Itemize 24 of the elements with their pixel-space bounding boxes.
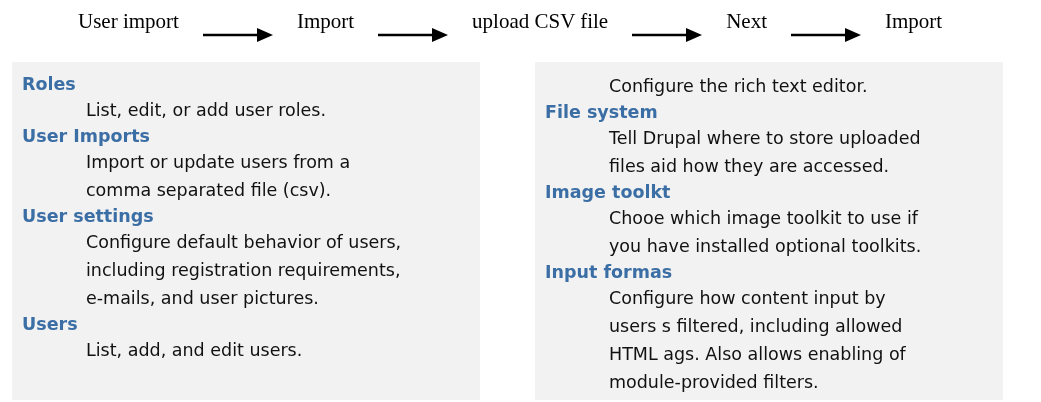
item-description: Chooe which image toolkit to use if you have installed optional toolkits. [608, 207, 923, 258]
item-description: List, add, and edit users. [85, 339, 304, 362]
arrow-icon [791, 27, 861, 43]
admin-link[interactable]: User Imports [22, 124, 480, 148]
item-description: Configure how content input by users s filtered, including allowed HTML ags. Also allows enabling of module-provided filters. [608, 287, 907, 394]
admin-link[interactable]: Image toolkt [545, 180, 1003, 204]
item-description: List, edit, or add user roles. [85, 99, 327, 122]
item-description: Configure default behavior of users, including registration requirements, e-mails, and user pictures. [85, 231, 403, 310]
admin-link[interactable]: Roles [22, 72, 480, 96]
item-description: Import or update users from a comma separated file (csv). [85, 151, 352, 202]
flow-step: User import [78, 8, 179, 34]
item-description: Tell Drupal where to store uploaded files aid how they are accessed. [608, 127, 922, 178]
arrow-icon [378, 27, 449, 43]
admin-link[interactable]: User settings [22, 204, 480, 228]
arrow-icon [632, 27, 703, 43]
admin-link[interactable]: Input formas [545, 260, 1003, 284]
admin-link[interactable]: Users [22, 312, 480, 336]
admin-link[interactable]: File system [545, 100, 1003, 124]
flow-step: upload CSV file [472, 8, 609, 34]
flow-step: Import [296, 8, 355, 34]
flow-step: Import [885, 8, 943, 34]
item-description: Configure the rich text editor. [608, 75, 869, 98]
arrow-icon [202, 27, 273, 43]
flow-step: Next [726, 8, 767, 34]
